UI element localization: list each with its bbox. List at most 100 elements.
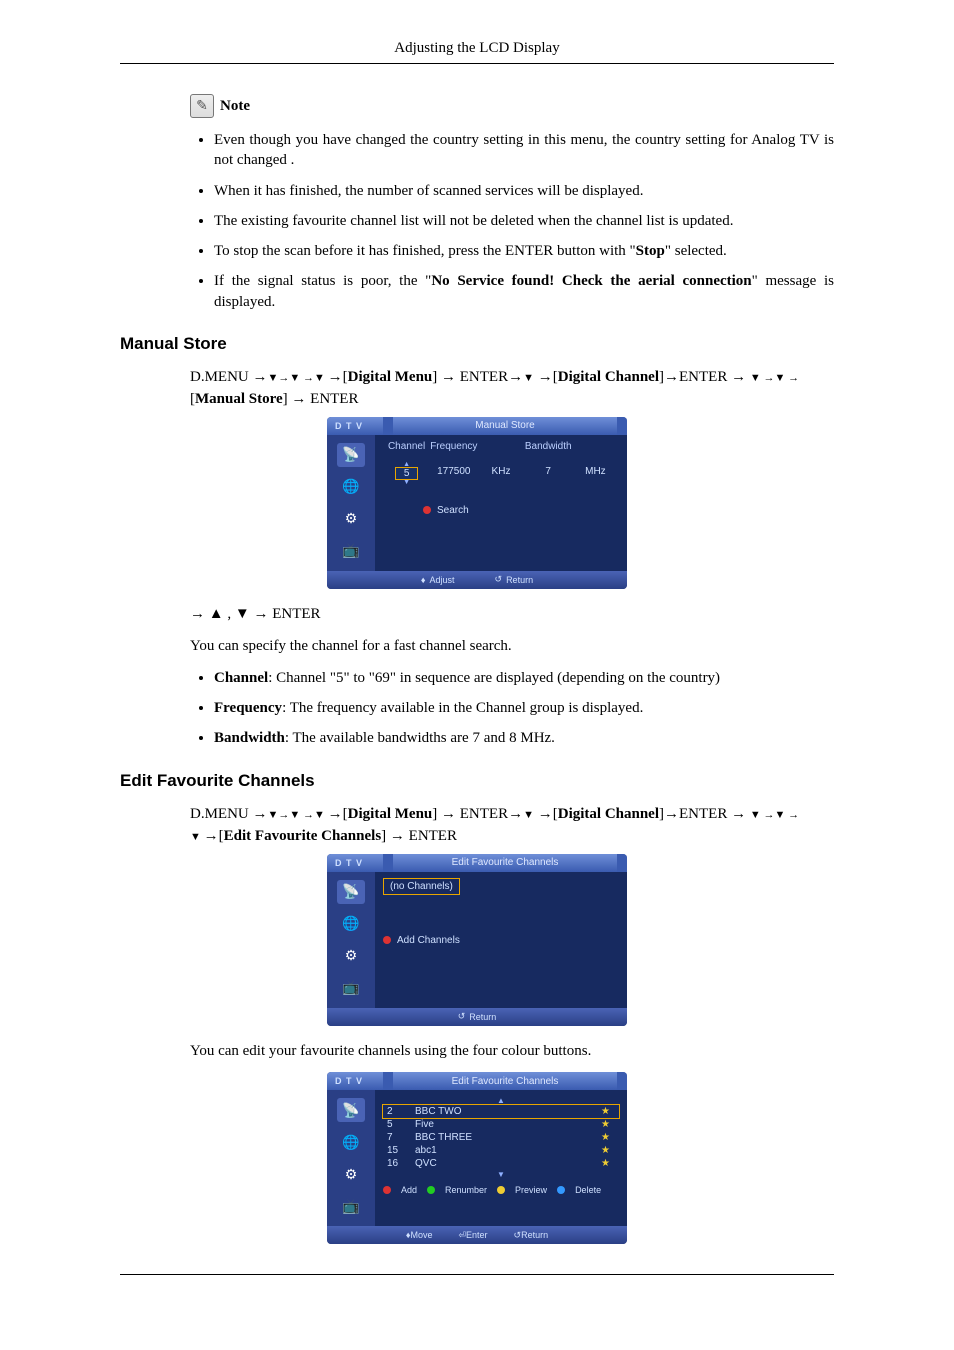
antenna-icon[interactable]: 📡 [337,1098,365,1122]
down-arrow-icon: ▼→▼ →▼ [268,372,328,384]
item-label: Bandwidth [214,730,285,746]
action-add[interactable]: Add [401,1185,417,1195]
red-dot-icon[interactable] [383,936,391,944]
add-channels-label[interactable]: Add Channels [397,935,460,946]
channel-row[interactable]: 16 QVC ★ [383,1157,619,1170]
action-preview[interactable]: Preview [515,1185,547,1195]
star-icon: ★ [597,1118,619,1131]
nav-text: →[ [328,369,348,385]
nav-edit-fav: Edit Favourite Channels [224,828,382,844]
manual-store-osd: D T V Manual Store 📡 🌐 ⚙ 📺 Channel Frequ… [327,417,627,589]
item-text: : The frequency available in the Channel… [282,700,643,716]
globe-icon[interactable]: 🌐 [337,1130,365,1154]
frequency-unit: KHz [477,466,524,477]
channel-row[interactable]: 2 BBC TWO ★ [383,1105,619,1118]
osd-dtv-tab: D T V [327,421,383,431]
return-icon: ↺ [514,1230,522,1240]
nav-text: D.MENU → [190,806,268,822]
chan-name: abc1 [411,1144,597,1157]
after-osd-nav: → ▲ , ▼ → ENTER [190,603,834,626]
star-icon: ★ [597,1131,619,1144]
green-dot-icon[interactable] [427,1186,435,1194]
header-rule [120,63,834,64]
star-icon: ★ [597,1105,619,1118]
antenna-icon[interactable]: 📡 [337,880,365,904]
chan-num: 7 [383,1131,411,1144]
yellow-dot-icon[interactable] [497,1186,505,1194]
gear-icon[interactable]: ⚙ [337,944,365,968]
nav-text: →[ [534,369,558,385]
nav-text: →[ [534,806,558,822]
star-icon: ★ [597,1144,619,1157]
nav-text: ] → ENTER→ [432,369,523,385]
globe-icon[interactable]: 🌐 [337,912,365,936]
action-renumber[interactable]: Renumber [445,1185,487,1195]
nav-digital-menu: Digital Menu [348,806,433,822]
bold-noservice: No Service found! Check the aerial conne… [431,273,751,289]
edit-fav-desc: You can edit your favourite channels usi… [190,1040,834,1063]
osd-dtv-tab: D T V [327,858,383,868]
list-item: Bandwidth: The available bandwidths are … [214,728,834,748]
channel-row[interactable]: 15 abc1 ★ [383,1144,619,1157]
down-arrow-icon: ▼ [523,809,534,821]
nav-text: ] → ENTER→ [432,806,523,822]
bandwidth-unit: MHz [572,466,619,477]
nav-digital-menu: Digital Menu [348,369,433,385]
nav-digital-channel: Digital Channel [558,806,659,822]
down-arrow-icon[interactable]: ▼ [383,1170,619,1179]
note-item: If the signal status is poor, the "No Se… [214,271,834,312]
osd-title: Edit Favourite Channels [393,857,617,868]
channel-row[interactable]: 7 BBC THREE ★ [383,1131,619,1144]
return-icon: ↺ [495,574,503,585]
osd-title: Manual Store [393,420,617,431]
manual-store-desc: You can specify the channel for a fast c… [190,635,834,658]
down-arrow-icon: ▼ →▼ → [750,372,799,384]
list-item: Frequency: The frequency available in th… [214,698,834,718]
col-channel: Channel [383,441,430,452]
manual-store-heading: Manual Store [120,334,834,354]
item-label: Channel [214,670,268,686]
down-arrow-icon[interactable]: ▼ [403,480,410,485]
note-list: Even though you have changed the country… [190,130,834,312]
chan-num: 16 [383,1157,411,1170]
foot-return: Return [506,575,533,585]
osd-sidebar: 📡 🌐 ⚙ 📺 [327,1090,375,1226]
nav-digital-channel: Digital Channel [558,369,659,385]
col-bandwidth: Bandwidth [525,441,572,452]
foot-return: Return [469,1012,496,1022]
enter-icon: ⏎ [458,1230,466,1240]
antenna-icon[interactable]: 📡 [337,443,365,467]
remote-icon[interactable]: 📺 [337,1194,365,1218]
note-item: The existing favourite channel list will… [214,211,834,231]
osd-title: Edit Favourite Channels [393,1076,617,1087]
globe-icon[interactable]: 🌐 [337,475,365,499]
foot-move: Move [410,1230,432,1240]
action-delete[interactable]: Delete [575,1185,601,1195]
chan-num: 5 [383,1118,411,1131]
edit-fav-osd-list: D T V Edit Favourite Channels 📡 🌐 ⚙ 📺 ▲ [327,1072,627,1244]
remote-icon[interactable]: 📺 [337,539,365,563]
item-text: : The available bandwidths are 7 and 8 M… [285,730,555,746]
star-icon: ★ [597,1157,619,1170]
blue-dot-icon[interactable] [557,1186,565,1194]
nav-text: →[ [204,828,224,844]
gear-icon[interactable]: ⚙ [337,507,365,531]
up-arrow-icon[interactable]: ▲ [383,1096,619,1105]
edit-fav-osd-empty: D T V Edit Favourite Channels 📡 🌐 ⚙ 📺 (n… [327,854,627,1026]
search-label[interactable]: Search [437,505,469,516]
red-dot-icon[interactable] [383,1186,391,1194]
note-item: Even though you have changed the country… [214,130,834,171]
gear-icon[interactable]: ⚙ [337,1162,365,1186]
channel-row[interactable]: 5 Five ★ [383,1118,619,1131]
nav-text: ] → ENTER [283,391,359,407]
chan-name: QVC [411,1157,597,1170]
frequency-value: 177500 [430,466,477,477]
channel-spinner[interactable]: ▲ 5 ▼ [395,462,419,485]
edit-fav-nav: D.MENU →▼→▼ →▼ →[Digital Menu] → ENTER→▼… [190,803,834,848]
manual-store-items: Channel: Channel "5" to "69" in sequence… [190,668,834,749]
down-arrow-icon: ▼ →▼ → [750,809,799,821]
remote-icon[interactable]: 📺 [337,976,365,1000]
red-dot-icon[interactable] [423,506,431,514]
nav-text: ]→ENTER → [659,806,750,822]
nav-manual-store: Manual Store [195,391,283,407]
